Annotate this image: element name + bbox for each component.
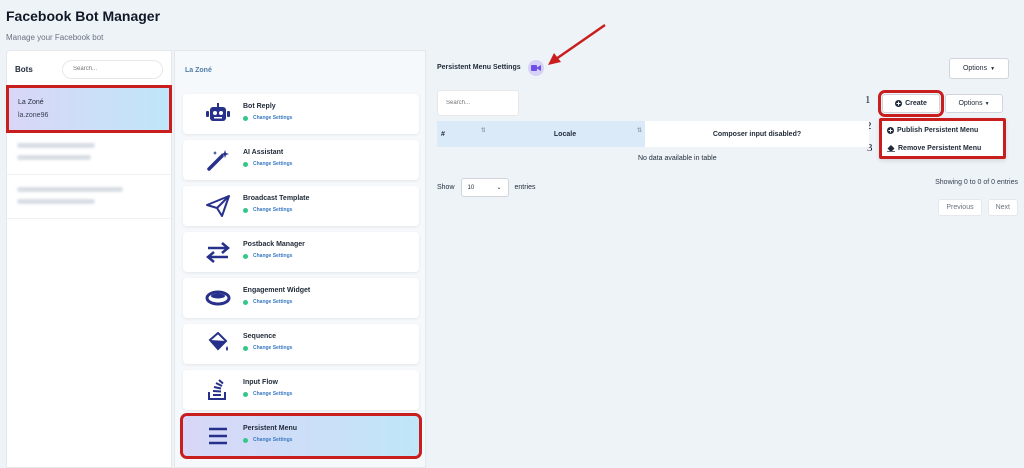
status-dot bbox=[243, 437, 248, 443]
status-dot bbox=[243, 299, 248, 305]
app-title: Facebook Bot Manager bbox=[6, 8, 161, 24]
plus-circle-icon bbox=[887, 126, 894, 134]
main-panel: Persistent Menu Settings Options▼ Create… bbox=[428, 50, 1018, 468]
feature-persistent-menu[interactable]: Persistent Menu Change Settings bbox=[180, 413, 422, 459]
feature-status[interactable]: Change Settings bbox=[243, 437, 292, 443]
status-dot bbox=[243, 115, 248, 121]
plus-circle-icon bbox=[895, 100, 903, 107]
blurred-bot-name bbox=[17, 187, 123, 192]
robot-icon bbox=[206, 103, 230, 121]
feature-title: Engagement Widget bbox=[243, 287, 311, 294]
feature-postback-manager[interactable]: Postback Manager Change Settings bbox=[183, 232, 419, 272]
bot-name: La Zoné bbox=[18, 99, 44, 106]
bots-panel: Bots La Zoné la.zone96 bbox=[6, 50, 172, 468]
column-header-number[interactable]: # ⇅ bbox=[437, 121, 486, 147]
feature-status[interactable]: Change Settings bbox=[243, 115, 292, 121]
feature-input-flow[interactable]: Input Flow Change Settings bbox=[183, 370, 419, 410]
next-page-button[interactable]: Next bbox=[987, 199, 1018, 216]
blurred-bot-handle bbox=[17, 155, 91, 160]
status-dot bbox=[243, 391, 248, 397]
feature-engagement-widget[interactable]: Engagement Widget Change Settings bbox=[183, 278, 419, 318]
publish-persistent-menu-item[interactable]: Publish Persistent Menu bbox=[882, 121, 1003, 139]
bot-item-blurred[interactable] bbox=[7, 131, 171, 175]
feature-title: Bot Reply bbox=[243, 103, 276, 110]
annotation-number: 1 bbox=[865, 94, 871, 106]
blurred-bot-handle bbox=[17, 199, 95, 204]
pagination: Previous Next bbox=[938, 199, 1018, 216]
status-dot bbox=[243, 207, 248, 213]
bots-header: Bots bbox=[7, 51, 171, 87]
sort-icon: ⇅ bbox=[637, 128, 643, 134]
stack-icon bbox=[208, 379, 226, 400]
status-dot bbox=[243, 161, 248, 167]
column-header-locale[interactable]: Locale ⇅ bbox=[485, 121, 645, 147]
table-header: # ⇅ Locale ⇅ Composer input disabled? bbox=[437, 121, 869, 147]
feature-broadcast-template[interactable]: Broadcast Template Change Settings bbox=[183, 186, 419, 226]
page-header: Facebook Bot Manager Manage your Faceboo… bbox=[6, 8, 160, 42]
entries-length-control: Show 10 ⌄ entries bbox=[437, 178, 536, 197]
feature-status[interactable]: Change Settings bbox=[243, 161, 292, 167]
video-camera-icon bbox=[531, 65, 541, 71]
feature-status[interactable]: Change Settings bbox=[243, 345, 292, 351]
caret-down-icon: ▼ bbox=[990, 65, 996, 72]
app-subtitle: Manage your Facebook bot bbox=[6, 33, 104, 42]
bot-handle: la.zone96 bbox=[18, 112, 49, 119]
swap-arrows-icon bbox=[206, 242, 230, 263]
caret-down-icon: ▼ bbox=[984, 100, 990, 107]
feature-bot-reply[interactable]: Bot Reply Change Settings bbox=[183, 94, 419, 134]
feature-title: Postback Manager bbox=[243, 241, 305, 248]
video-tutorial-button[interactable] bbox=[528, 60, 544, 76]
table-info: Showing 0 to 0 of 0 entries bbox=[935, 179, 1018, 186]
options-button-top[interactable]: Options ▼ bbox=[949, 58, 1009, 79]
options-dropdown-menu: Publish Persistent Menu Remove Persisten… bbox=[879, 118, 1006, 159]
bot-item-blurred[interactable] bbox=[7, 175, 171, 219]
status-dot bbox=[243, 253, 248, 259]
status-dot bbox=[243, 345, 248, 351]
ring-icon bbox=[205, 290, 231, 306]
create-button[interactable]: Create bbox=[878, 90, 944, 117]
feature-title: Input Flow bbox=[243, 379, 278, 386]
entries-select[interactable]: 10 ⌄ bbox=[460, 178, 509, 197]
paper-plane-icon bbox=[206, 195, 230, 217]
feature-title: Sequence bbox=[243, 333, 277, 340]
remove-persistent-menu-item[interactable]: Remove Persistent Menu bbox=[882, 139, 1003, 157]
chevron-down-icon: ⌄ bbox=[496, 185, 502, 191]
feature-status[interactable]: Change Settings bbox=[243, 391, 292, 397]
eraser-icon bbox=[887, 144, 895, 152]
bots-search-input[interactable] bbox=[62, 59, 163, 79]
magic-wand-icon bbox=[207, 150, 229, 171]
feature-status[interactable]: Change Settings bbox=[243, 299, 292, 305]
feature-title: Broadcast Template bbox=[243, 195, 310, 202]
previous-page-button[interactable]: Previous bbox=[938, 199, 982, 216]
feature-title: Persistent Menu bbox=[243, 425, 298, 432]
feature-sequence[interactable]: Sequence Change Settings bbox=[183, 324, 419, 364]
options-button[interactable]: Options ▼ bbox=[945, 94, 1003, 113]
feature-title: AI Assistant bbox=[243, 149, 284, 156]
empty-table-message: No data available in table bbox=[638, 155, 717, 162]
bot-item-la-zone[interactable]: La Zoné la.zone96 bbox=[6, 85, 172, 133]
page-title: Persistent Menu Settings bbox=[437, 64, 521, 71]
paint-bucket-icon bbox=[208, 332, 228, 351]
feature-status[interactable]: Change Settings bbox=[243, 253, 292, 259]
blurred-bot-name bbox=[17, 143, 95, 148]
table-search-input[interactable] bbox=[437, 90, 519, 116]
feature-ai-assistant[interactable]: AI Assistant Change Settings bbox=[183, 140, 419, 180]
menu-icon bbox=[209, 427, 227, 445]
feature-panel: La Zoné Bot Reply Change Settings AI Ass… bbox=[174, 50, 426, 468]
feature-status[interactable]: Change Settings bbox=[243, 207, 292, 213]
column-header-composer-input[interactable]: Composer input disabled? bbox=[645, 121, 869, 147]
bots-title: Bots bbox=[15, 64, 33, 74]
selected-bot-breadcrumb: La Zoné bbox=[185, 67, 212, 74]
